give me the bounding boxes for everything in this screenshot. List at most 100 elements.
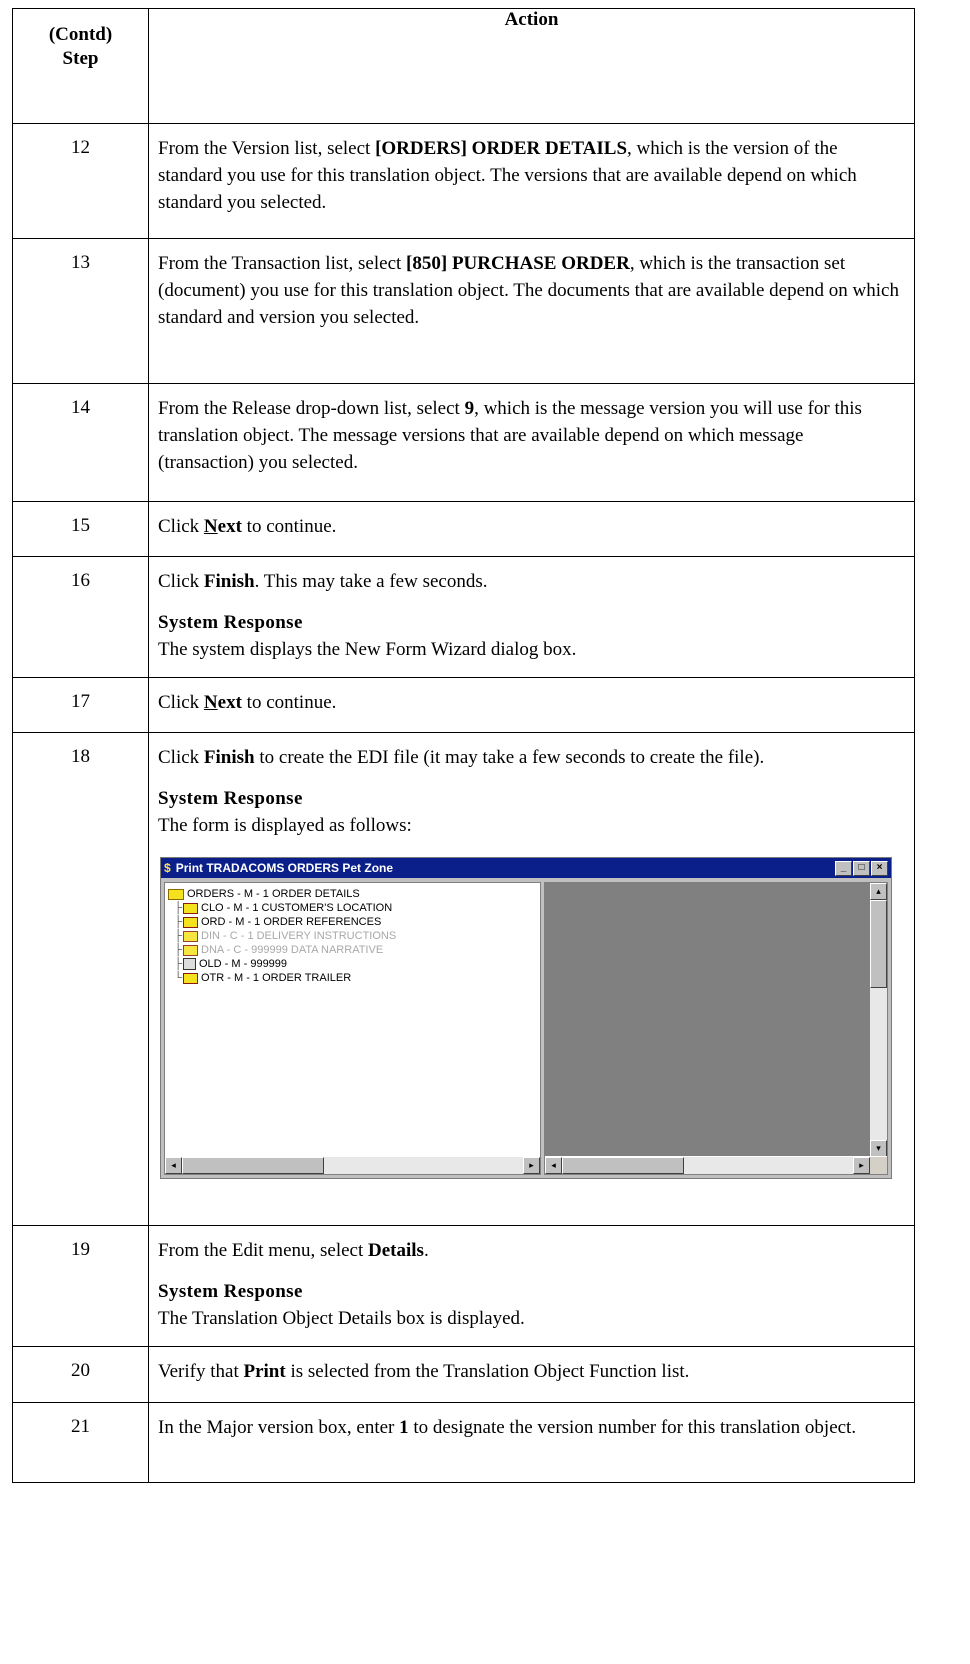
scroll-right-icon[interactable]: ▸ (853, 1157, 870, 1174)
system-response-title: System Response (158, 1281, 303, 1302)
scroll-up-icon[interactable]: ▴ (870, 883, 887, 900)
tree-item[interactable]: ├ DIN - C - 1 DELIVERY INSTRUCTIONS (168, 929, 537, 943)
underlined-accelerator: N (203, 516, 218, 537)
steps-table: (Contd) Step Action 12 From the Version l… (12, 8, 915, 1483)
step-row: 12 From the Version list, select [ORDERS]… (12, 123, 915, 239)
tree-item[interactable]: ├ ORD - M - 1 ORDER REFERENCES (168, 915, 537, 929)
action-text-run: . (423, 1240, 429, 1261)
vertical-scrollbar-thumb[interactable] (870, 900, 887, 988)
step-header-line2: Step (62, 48, 99, 69)
tree-item[interactable]: ├ OLD - M - 999999 (168, 957, 537, 971)
system-response: System Response The Translation Object De… (158, 1278, 902, 1332)
scrollbar-thumb[interactable] (562, 1157, 684, 1174)
action-text: From the Release drop-down list, select … (158, 395, 902, 476)
action-column-header: Action (148, 8, 915, 124)
segment-icon (183, 902, 198, 914)
bold-term: Print (243, 1361, 286, 1382)
segment-icon (183, 930, 198, 942)
step-row: 13 From the Transaction list, select [850… (12, 238, 915, 384)
envelope-icon (168, 888, 184, 900)
tree-connector: ├ (174, 944, 182, 956)
bold-term: [850] PURCHASE ORDER (406, 253, 630, 274)
window-title: Print TRADACOMS ORDERS Pet Zone (175, 861, 394, 875)
bold-term: ext (217, 516, 242, 537)
step-column-header: (Contd) Step (12, 8, 149, 124)
system-response-text: The Translation Object Details box is di… (158, 1308, 525, 1329)
step-action: From the Edit menu, select Details. Syste… (148, 1225, 915, 1347)
step-number: 16 (12, 556, 149, 678)
step-number: 18 (12, 732, 149, 1226)
underlined-accelerator: N (203, 692, 218, 713)
detail-horizontal-scrollbar[interactable]: ◂ ▸ (545, 1156, 887, 1174)
scroll-down-icon[interactable]: ▾ (870, 1140, 887, 1157)
system-response-title: System Response (158, 788, 303, 809)
tree-item[interactable]: ├ DNA - C - 999999 DATA NARRATIVE (168, 943, 537, 957)
step-action: Click Next to continue. (148, 677, 915, 733)
step-action: From the Version list, select [ORDERS] O… (148, 123, 915, 239)
detail-vertical-scrollbar[interactable]: ▴ ▾ (870, 883, 887, 1157)
loop-icon (183, 958, 196, 970)
action-text-run: From the Version list, select (158, 138, 376, 159)
action-text: Click Finish to create the EDI file (it … (158, 744, 902, 771)
action-text-run: From the Transaction list, select (158, 253, 407, 274)
segment-icon (183, 972, 198, 984)
step-action: From the Release drop-down list, select … (148, 383, 915, 502)
step-action: In the Major version box, enter 1 to des… (148, 1402, 915, 1483)
action-text-run: Click (158, 571, 204, 592)
form-window-screenshot: $ Print TRADACOMS ORDERS Pet Zone _ □ × … (160, 857, 892, 1179)
tree-connector: ├ (174, 930, 182, 942)
action-text: Click Next to continue. (158, 513, 902, 540)
tree-item-label: DIN - C - 1 DELIVERY INSTRUCTIONS (201, 930, 397, 942)
resize-grip-icon[interactable] (870, 1157, 887, 1174)
step-number: 17 (12, 677, 149, 733)
scroll-right-icon[interactable]: ▸ (523, 1157, 540, 1174)
maximize-button[interactable]: □ (853, 860, 870, 876)
scroll-left-icon[interactable]: ◂ (165, 1157, 182, 1174)
bold-term: Finish (203, 747, 255, 768)
tree-root[interactable]: ORDERS - M - 1 ORDER DETAILS (168, 887, 537, 901)
step-number: 15 (12, 501, 149, 557)
step-number: 19 (12, 1225, 149, 1347)
action-text: From the Version list, select [ORDERS] O… (158, 135, 902, 216)
tree-pane[interactable]: ORDERS - M - 1 ORDER DETAILS ├ CLO - M - … (164, 882, 541, 1175)
scroll-left-icon[interactable]: ◂ (545, 1157, 562, 1174)
step-row: 18 Click Finish to create the EDI file (i… (12, 732, 915, 1226)
close-button[interactable]: × (871, 860, 888, 876)
bold-term: Details (368, 1240, 424, 1261)
action-text: In the Major version box, enter 1 to des… (158, 1414, 902, 1441)
tree-root-label: ORDERS - M - 1 ORDER DETAILS (187, 888, 360, 900)
tree-item-label: OTR - M - 1 ORDER TRAILER (201, 972, 352, 984)
step-row: 17 Click Next to continue. (12, 677, 915, 733)
action-text: From the Transaction list, select [850] … (158, 250, 902, 331)
action-text: Click Next to continue. (158, 689, 902, 716)
step-row: 20 Verify that Print is selected from the… (12, 1346, 915, 1403)
step-number: 13 (12, 238, 149, 384)
step-row: 14 From the Release drop-down list, selec… (12, 383, 915, 502)
tree-item[interactable]: └ OTR - M - 1 ORDER TRAILER (168, 971, 537, 985)
bold-term: [ORDERS] ORDER DETAILS (375, 138, 628, 159)
step-number: 14 (12, 383, 149, 502)
detail-pane[interactable]: ▴ ▾ ◂ ▸ (544, 882, 888, 1175)
step-row: 19 From the Edit menu, select Details. Sys… (12, 1225, 915, 1347)
action-text-run: to continue. (241, 516, 337, 537)
tree-connector: ├ (174, 916, 182, 928)
segment-tree: ORDERS - M - 1 ORDER DETAILS ├ CLO - M - … (165, 883, 540, 989)
action-text-run: Click (158, 516, 204, 537)
step-action: Verify that Print is selected from the T… (148, 1346, 915, 1403)
action-text: Click Finish. This may take a few second… (158, 568, 902, 595)
tree-connector: ├ (174, 958, 182, 970)
step-action: Click Finish to create the EDI file (it … (148, 732, 915, 1226)
step-number: 12 (12, 123, 149, 239)
segment-icon (183, 944, 198, 956)
app-icon: $ (164, 861, 171, 875)
tree-item[interactable]: ├ CLO - M - 1 CUSTOMER'S LOCATION (168, 901, 537, 915)
action-text-run: is selected from the Translation Object … (285, 1361, 690, 1382)
step-number: 21 (12, 1402, 149, 1483)
tree-horizontal-scrollbar[interactable]: ◂ ▸ (165, 1156, 540, 1174)
scrollbar-thumb[interactable] (182, 1157, 324, 1174)
tree-item-label: OLD - M - 999999 (199, 958, 288, 970)
minimize-button[interactable]: _ (835, 860, 852, 876)
tree-item-label: CLO - M - 1 CUSTOMER'S LOCATION (201, 902, 393, 914)
step-header-line1: (Contd) (48, 24, 113, 45)
tree-item-label: DNA - C - 999999 DATA NARRATIVE (201, 944, 384, 956)
